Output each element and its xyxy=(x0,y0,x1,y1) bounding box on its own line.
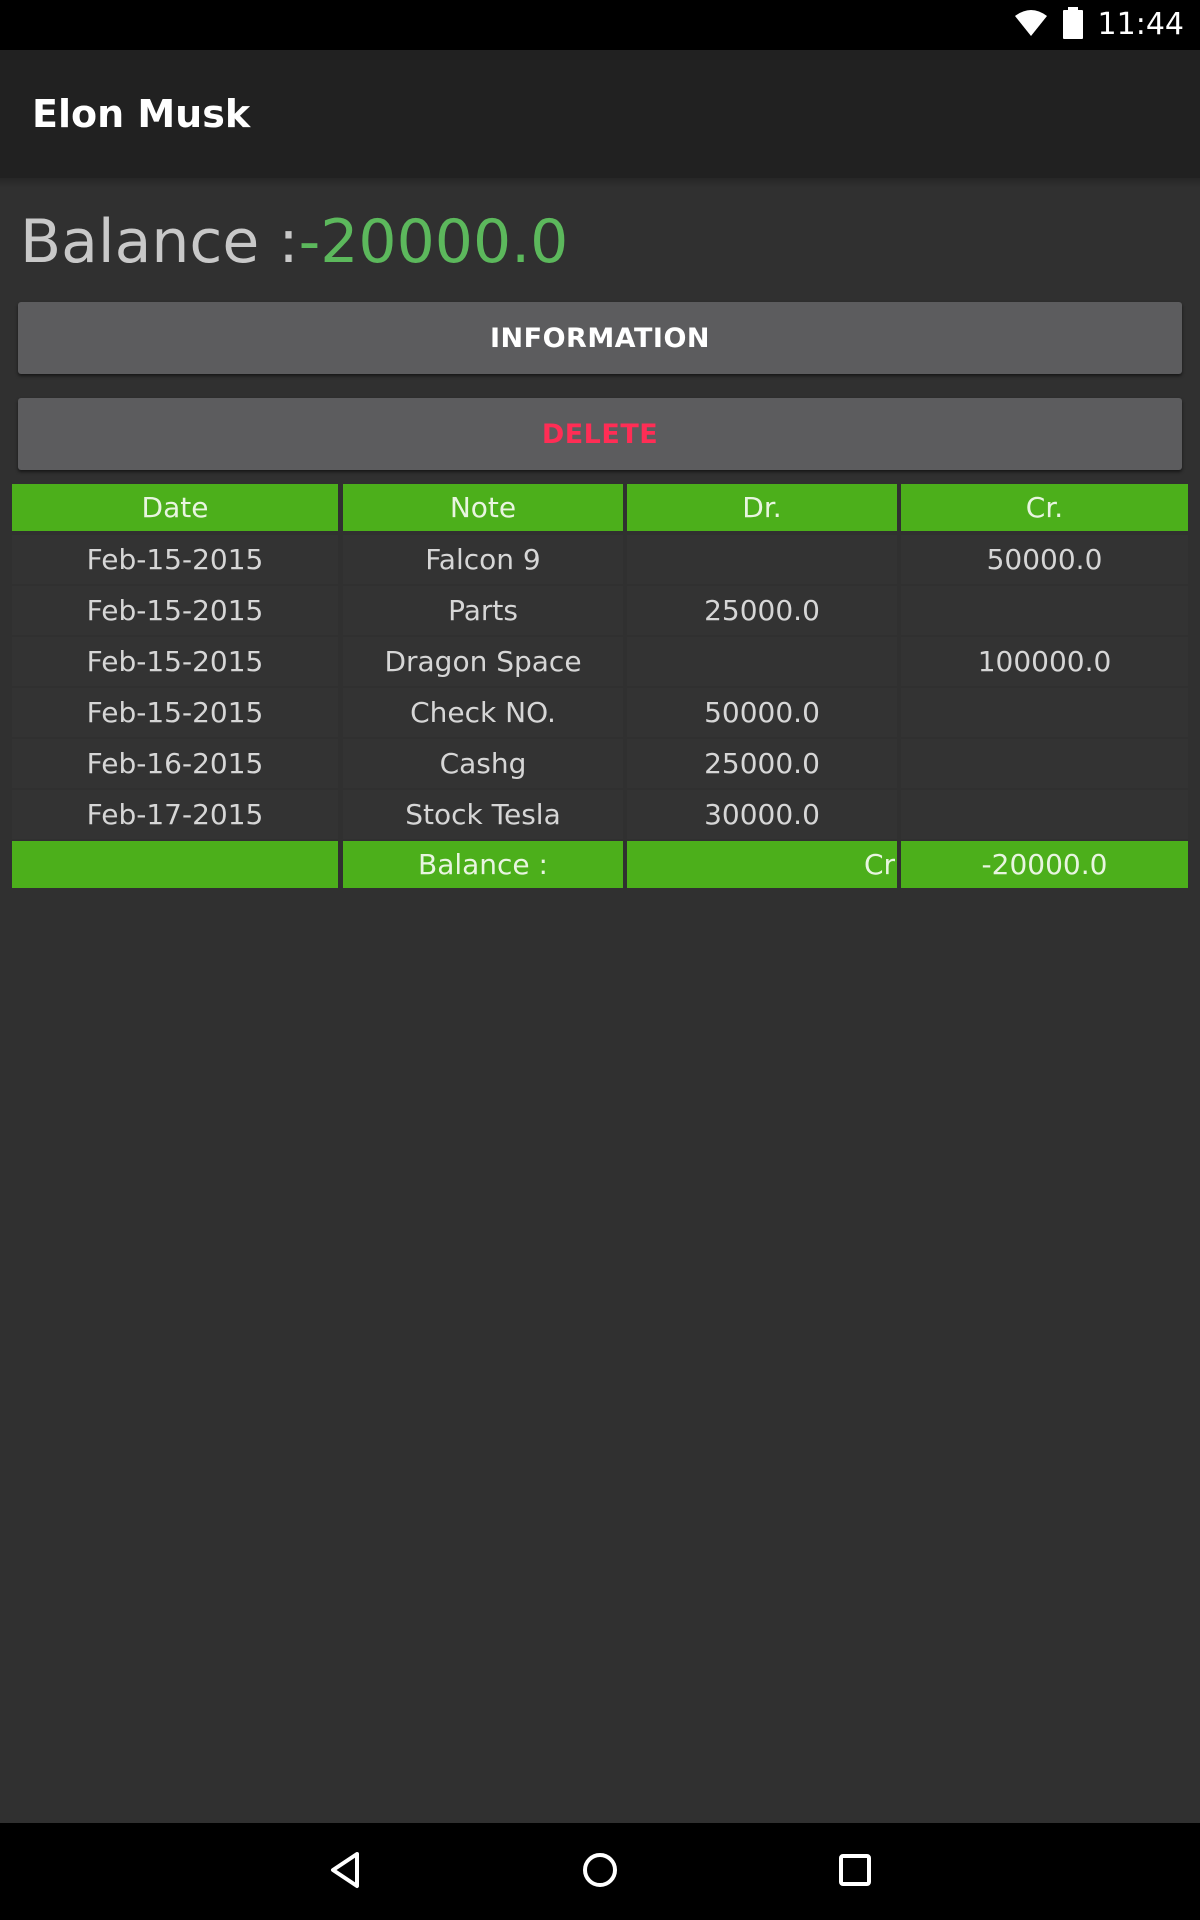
cell-note: Dragon Space xyxy=(343,637,623,686)
balance-summary: Balance :-20000.0 xyxy=(20,204,568,280)
status-bar: 11:44 xyxy=(0,0,1200,50)
cell-credit: 50000.0 xyxy=(901,535,1188,584)
cell-debit: 30000.0 xyxy=(627,790,897,839)
balance-value: -20000.0 xyxy=(298,207,569,277)
header-debit: Dr. xyxy=(627,484,897,531)
home-button[interactable] xyxy=(569,1841,631,1903)
table-header-row: Date Note Dr. Cr. xyxy=(12,484,1188,535)
balance-label: Balance : xyxy=(20,207,299,277)
cell-date: Feb-15-2015 xyxy=(12,637,338,686)
page-title: Elon Musk xyxy=(32,92,251,136)
home-icon xyxy=(580,1850,620,1894)
delete-button[interactable]: DELETE xyxy=(18,398,1182,470)
cell-note: Parts xyxy=(343,586,623,635)
back-button[interactable] xyxy=(314,1841,376,1903)
status-icons: 11:44 xyxy=(1014,0,1184,50)
cell-date: Feb-15-2015 xyxy=(12,535,338,584)
battery-icon xyxy=(1062,7,1084,43)
table-row[interactable]: Feb-15-2015 Check NO. 50000.0 xyxy=(12,688,1188,739)
cell-credit xyxy=(901,739,1188,788)
navigation-bar xyxy=(0,1823,1200,1920)
cell-note: Falcon 9 xyxy=(343,535,623,584)
footer-empty-cell xyxy=(12,841,338,888)
information-button[interactable]: INFORMATION xyxy=(18,302,1182,374)
cell-credit xyxy=(901,586,1188,635)
transactions-table: Date Note Dr. Cr. Feb-15-2015 Falcon 9 5… xyxy=(12,484,1188,892)
status-time: 11:44 xyxy=(1097,7,1184,42)
table-row[interactable]: Feb-15-2015 Dragon Space 100000.0 xyxy=(12,637,1188,688)
header-credit: Cr. xyxy=(901,484,1188,531)
table-row[interactable]: Feb-17-2015 Stock Tesla 30000.0 xyxy=(12,790,1188,841)
cell-date: Feb-15-2015 xyxy=(12,586,338,635)
recents-icon xyxy=(835,1850,875,1894)
table-row[interactable]: Feb-15-2015 Falcon 9 50000.0 xyxy=(12,535,1188,586)
cell-credit xyxy=(901,790,1188,839)
cell-debit: 50000.0 xyxy=(627,688,897,737)
cell-date: Feb-15-2015 xyxy=(12,688,338,737)
cell-note: Check NO. xyxy=(343,688,623,737)
cell-note: Cashg xyxy=(343,739,623,788)
cell-note: Stock Tesla xyxy=(343,790,623,839)
cell-credit xyxy=(901,688,1188,737)
table-footer-row: Balance : Cr -20000.0 xyxy=(12,841,1188,892)
footer-balance-type-text: Cr xyxy=(863,848,895,881)
cell-date: Feb-16-2015 xyxy=(12,739,338,788)
footer-balance-label: Balance : xyxy=(343,841,623,888)
wifi-icon xyxy=(1014,8,1048,42)
footer-balance-value: -20000.0 xyxy=(901,841,1188,888)
table-row[interactable]: Feb-16-2015 Cashg 25000.0 xyxy=(12,739,1188,790)
back-icon xyxy=(325,1850,365,1894)
table-row[interactable]: Feb-15-2015 Parts 25000.0 xyxy=(12,586,1188,637)
app-bar: Elon Musk xyxy=(0,50,1200,178)
header-note: Note xyxy=(343,484,623,531)
cell-debit xyxy=(627,637,897,686)
cell-debit xyxy=(627,535,897,584)
footer-balance-type: Cr xyxy=(627,841,897,888)
header-date: Date xyxy=(12,484,338,531)
recents-button[interactable] xyxy=(824,1841,886,1903)
cell-date: Feb-17-2015 xyxy=(12,790,338,839)
app-bar-shadow xyxy=(0,178,1200,188)
cell-debit: 25000.0 xyxy=(627,739,897,788)
cell-debit: 25000.0 xyxy=(627,586,897,635)
cell-credit: 100000.0 xyxy=(901,637,1188,686)
